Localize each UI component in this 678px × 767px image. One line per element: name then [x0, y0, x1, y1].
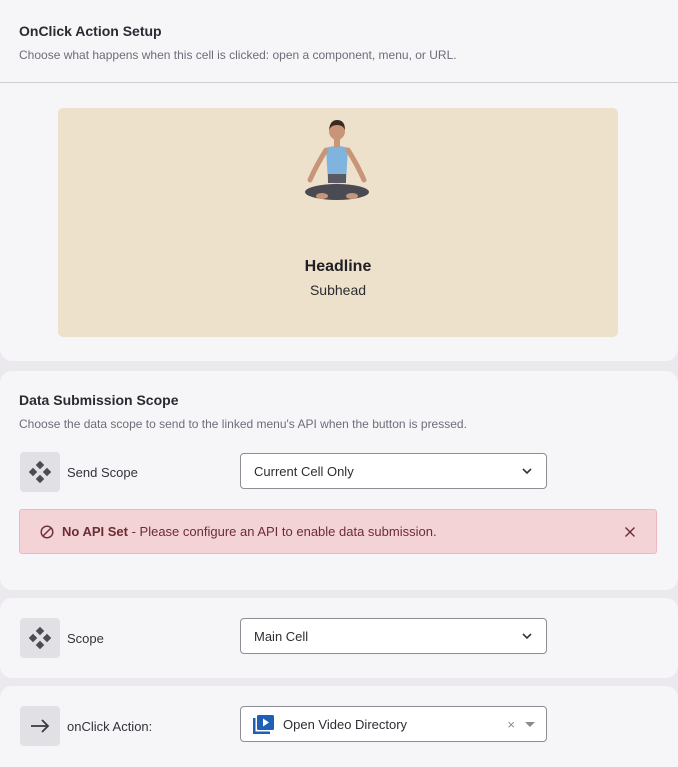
close-icon[interactable] [624, 526, 636, 538]
onclick-setup-card: OnClick Action Setup Choose what happens… [0, 0, 678, 361]
send-scope-value: Current Cell Only [254, 464, 354, 479]
onclick-action-select[interactable]: Open Video Directory × [240, 706, 547, 742]
preview-headline: Headline [304, 258, 372, 275]
scope-label: Scope [67, 631, 104, 646]
diamond-grid-icon [20, 452, 60, 492]
chevron-down-icon [522, 468, 532, 475]
chevron-down-icon [522, 633, 532, 640]
section-title: OnClick Action Setup [19, 23, 162, 39]
scope-value: Main Cell [254, 629, 309, 644]
onclick-action-card: onClick Action: Open Video Directory × [0, 686, 678, 767]
section-description: Choose the data scope to send to the lin… [19, 417, 467, 431]
alert-title: No API Set [62, 524, 128, 539]
page: OnClick Action Setup Choose what happens… [0, 0, 678, 767]
diamond-grid-icon [20, 618, 60, 658]
arrow-right-icon [20, 706, 60, 746]
section-description: Choose what happens when this cell is cl… [19, 48, 457, 62]
scope-select[interactable]: Main Cell [240, 618, 547, 654]
ban-icon [40, 525, 54, 539]
alert-message: No API Set - Please configure an API to … [62, 524, 437, 539]
video-library-icon [253, 715, 274, 734]
onclick-action-label: onClick Action: [67, 719, 153, 734]
section-title: Data Submission Scope [19, 392, 179, 408]
preview-subhead: Subhead [309, 282, 367, 298]
cell-preview[interactable]: Headline Subhead [58, 108, 618, 337]
no-api-alert: No API Set - Please configure an API to … [19, 509, 657, 554]
alert-text: - Please configure an API to enable data… [127, 524, 437, 539]
divider [0, 82, 678, 83]
send-scope-select[interactable]: Current Cell Only [240, 453, 547, 489]
data-scope-card: Data Submission Scope Choose the data sc… [0, 371, 678, 590]
onclick-action-value: Open Video Directory [283, 717, 408, 732]
send-scope-label: Send Scope [67, 465, 138, 480]
clear-icon[interactable]: × [507, 717, 515, 732]
meditating-woman-photo [305, 120, 369, 200]
caret-down-icon[interactable] [525, 722, 535, 727]
scope-card: Scope Main Cell [0, 598, 678, 678]
